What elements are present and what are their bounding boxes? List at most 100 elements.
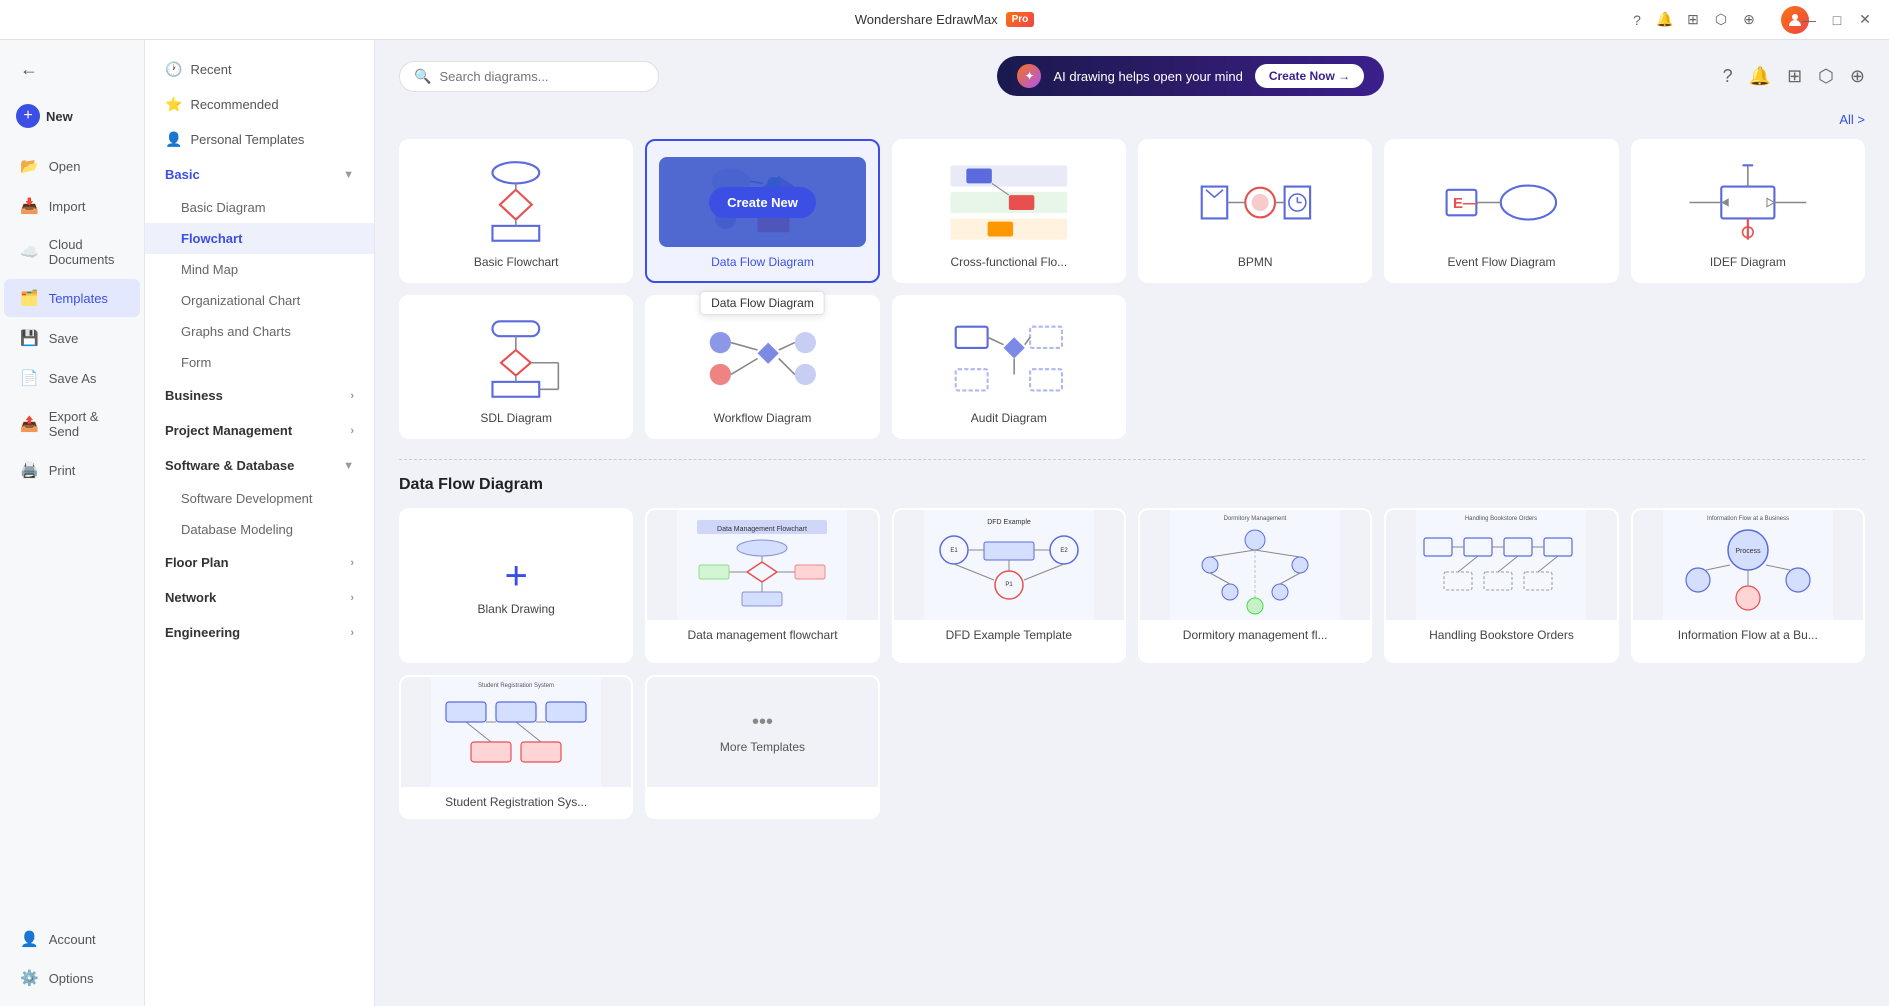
- sidebar-item-print[interactable]: 🖨️ Print: [4, 451, 140, 489]
- floorplan-label: Floor Plan: [165, 555, 229, 570]
- sidebar-item-account[interactable]: 👤 Account: [4, 920, 140, 958]
- sidebar-item-cloud[interactable]: ☁️ Cloud Documents: [4, 227, 140, 277]
- card-cross-functional[interactable]: Cross-functional Flo...: [892, 139, 1126, 283]
- svg-text:Information Flow at a Business: Information Flow at a Business: [1707, 516, 1789, 522]
- template-data-mgmt[interactable]: Data Management Flowchart Data managemen…: [645, 508, 879, 663]
- help-icon[interactable]: ?: [1629, 12, 1645, 28]
- project-label: Project Management: [165, 423, 292, 438]
- section-floorplan[interactable]: Floor Plan ›: [145, 545, 374, 580]
- sidebar-item-options[interactable]: ⚙️ Options: [4, 959, 140, 997]
- card-audit[interactable]: Audit Diagram: [892, 295, 1126, 439]
- card-workflow[interactable]: Workflow Diagram: [645, 295, 879, 439]
- help-toolbar-icon[interactable]: ?: [1723, 66, 1733, 87]
- sidebar-item-export[interactable]: 📤 Export & Send: [4, 399, 140, 449]
- svg-text:Process: Process: [1735, 548, 1761, 555]
- back-button[interactable]: ←: [4, 49, 140, 90]
- print-icon: 🖨️: [20, 461, 39, 479]
- plus-icon: +: [504, 556, 527, 596]
- template-bookstore[interactable]: Handling Bookstore Orders: [1384, 508, 1618, 663]
- chevron-right-icon4: ›: [350, 592, 354, 604]
- svg-text:DFD Example: DFD Example: [987, 519, 1031, 526]
- settings-toolbar-icon[interactable]: ⊕: [1850, 66, 1865, 87]
- options-icon: ⚙️: [20, 969, 39, 987]
- sub-graphs[interactable]: Graphs and Charts: [145, 316, 374, 347]
- maximize-button[interactable]: □: [1829, 12, 1845, 28]
- ai-banner-text: AI drawing helps open your mind: [1053, 69, 1242, 84]
- sidebar-item-templates[interactable]: 🗂️ Templates: [4, 279, 140, 317]
- section-software[interactable]: Software & Database ▼: [145, 448, 374, 483]
- template-img-1: Data Management Flowchart: [647, 510, 877, 620]
- template-5[interactable]: Information Flow at a Business Process I…: [1631, 508, 1865, 663]
- sidebar-item-saveas[interactable]: 📄 Save As: [4, 359, 140, 397]
- recommended-icon: ⭐: [165, 96, 182, 113]
- sub-mind-map[interactable]: Mind Map: [145, 254, 374, 285]
- export-label: Export & Send: [49, 409, 124, 439]
- template-label-6: Student Registration Sys...: [401, 787, 631, 817]
- ai-banner[interactable]: ✦ AI drawing helps open your mind Create…: [997, 56, 1384, 96]
- personal-label: Personal Templates: [190, 132, 304, 147]
- sidebar-item-import[interactable]: 📥 Import: [4, 187, 140, 225]
- close-button[interactable]: ✕: [1857, 12, 1873, 28]
- settings-icon[interactable]: ⊕: [1741, 12, 1757, 28]
- import-icon: 📥: [20, 197, 39, 215]
- import-label: Import: [49, 199, 86, 214]
- sub-flowchart[interactable]: Flowchart: [145, 223, 374, 254]
- section-engineering[interactable]: Engineering ›: [145, 615, 374, 650]
- search-bar[interactable]: 🔍: [399, 61, 659, 92]
- sub-org-chart[interactable]: Organizational Chart: [145, 285, 374, 316]
- card-idef[interactable]: IDEF Diagram: [1631, 139, 1865, 283]
- section-basic[interactable]: Basic ▼: [145, 157, 374, 192]
- section-business[interactable]: Business ›: [145, 378, 374, 413]
- engineering-label: Engineering: [165, 625, 240, 640]
- mid-item-personal[interactable]: 👤 Personal Templates: [145, 122, 374, 157]
- sidebar-item-save[interactable]: 💾 Save: [4, 319, 140, 357]
- sidebar-item-open[interactable]: 📂 Open: [4, 147, 140, 185]
- card-event-flow[interactable]: E— Event Flow Diagram: [1384, 139, 1618, 283]
- svg-text:P1: P1: [1005, 582, 1013, 588]
- save-label: Save: [49, 331, 79, 346]
- template-img-2: DFD Example P1 E1 E2: [894, 510, 1124, 620]
- template-img-5: Information Flow at a Business Process: [1633, 510, 1863, 620]
- all-link[interactable]: All >: [399, 112, 1865, 127]
- ai-create-button[interactable]: Create Now →: [1255, 64, 1364, 88]
- card-sdl[interactable]: SDL Diagram: [399, 295, 633, 439]
- mid-item-recommended[interactable]: ⭐ Recommended: [145, 87, 374, 122]
- grid-icon[interactable]: ⊞: [1787, 66, 1802, 87]
- section-project[interactable]: Project Management ›: [145, 413, 374, 448]
- card-label-sdl: SDL Diagram: [480, 411, 552, 425]
- template-6[interactable]: Student Registration System Student Regi…: [399, 675, 633, 819]
- sub-form[interactable]: Form: [145, 347, 374, 378]
- sub-sw-dev[interactable]: Software Development: [145, 483, 374, 514]
- card-label-workflow: Workflow Diagram: [714, 411, 812, 425]
- template-label-4: Handling Bookstore Orders: [1386, 620, 1616, 650]
- template-label-3: Dormitory management fl...: [1140, 620, 1370, 650]
- new-nav-item[interactable]: + New: [0, 94, 144, 138]
- minimize-button[interactable]: —: [1801, 12, 1817, 28]
- template-dormitory[interactable]: Dormitory Management: [1138, 508, 1372, 663]
- template-label-1: Data management flowchart: [647, 620, 877, 650]
- section-network[interactable]: Network ›: [145, 580, 374, 615]
- search-input[interactable]: [439, 69, 644, 84]
- notification-icon[interactable]: 🔔: [1657, 12, 1673, 28]
- template-blank[interactable]: + Blank Drawing: [399, 508, 633, 663]
- sub-basic-diagram[interactable]: Basic Diagram: [145, 192, 374, 223]
- card-bpmn[interactable]: BPMN: [1138, 139, 1372, 283]
- business-label: Business: [165, 388, 223, 403]
- sub-db-model[interactable]: Database Modeling: [145, 514, 374, 545]
- bell-icon[interactable]: 🔔: [1749, 66, 1771, 87]
- network-label: Network: [165, 590, 216, 605]
- template-dfd-example[interactable]: DFD Example P1 E1 E2: [892, 508, 1126, 663]
- card-basic-flowchart[interactable]: Basic Flowchart: [399, 139, 633, 283]
- mid-item-recent[interactable]: 🕐 Recent: [145, 52, 374, 87]
- apps-icon[interactable]: ⊞: [1685, 12, 1701, 28]
- blank-label: Blank Drawing: [477, 602, 554, 616]
- create-new-button[interactable]: Create New: [709, 187, 816, 218]
- template-more[interactable]: ••• More Templates: [645, 675, 879, 819]
- app-name: Wondershare EdrawMax: [855, 12, 998, 27]
- svg-text:Student Registration System: Student Registration System: [478, 683, 554, 689]
- template-label-2: DFD Example Template: [894, 620, 1124, 650]
- saveas-icon: 📄: [20, 369, 39, 387]
- share-icon[interactable]: ⬡: [1713, 12, 1729, 28]
- share-toolbar-icon[interactable]: ⬡: [1818, 66, 1834, 87]
- card-data-flow[interactable]: Create New Data Flow Diagram Data Flow D…: [645, 139, 879, 283]
